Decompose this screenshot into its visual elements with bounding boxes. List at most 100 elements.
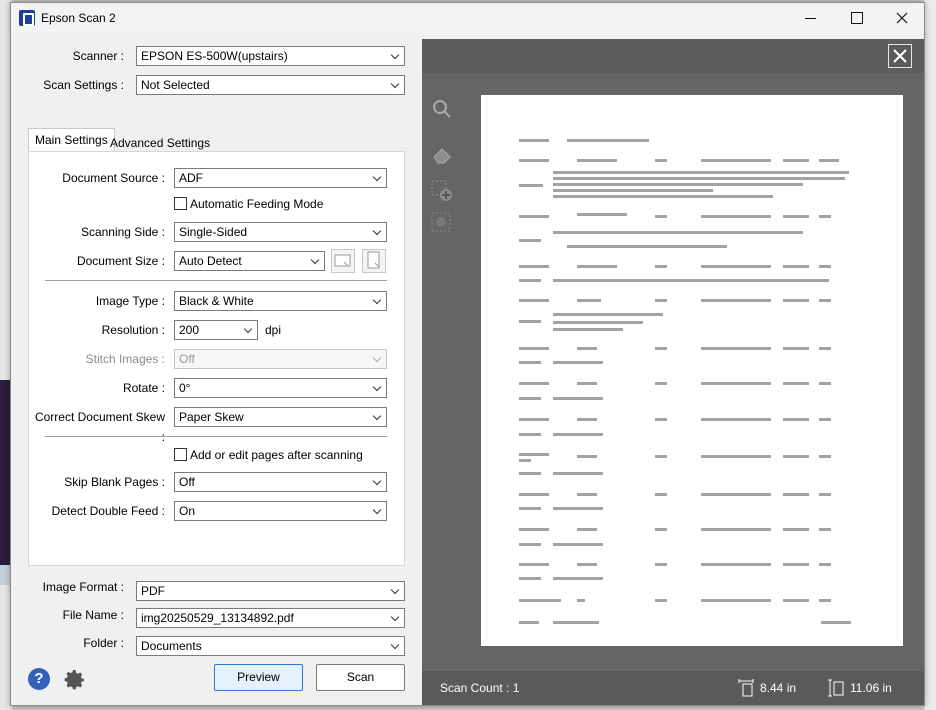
chevron-down-icon	[390, 50, 400, 60]
close-icon	[896, 12, 908, 24]
document-source-select[interactable]: ADF	[174, 168, 387, 188]
document-size-select[interactable]: Auto Detect	[174, 251, 325, 271]
zoom-icon[interactable]	[430, 97, 454, 121]
correct-skew-label: Correct Document Skew :	[34, 410, 165, 444]
chevron-down-icon	[372, 226, 382, 236]
image-type-label: Image Type :	[95, 294, 165, 308]
skip-blank-label: Skip Blank Pages :	[64, 475, 165, 489]
divider	[45, 436, 387, 437]
file-name-label: File Name :	[62, 608, 124, 622]
chevron-down-icon	[390, 585, 400, 595]
gear-icon[interactable]	[63, 667, 87, 691]
chevron-down-icon	[372, 295, 382, 305]
page-height-icon	[828, 679, 844, 697]
eraser-icon[interactable]	[430, 143, 454, 167]
file-name-value: img20250529_13134892.pdf	[141, 611, 294, 625]
double-feed-value: On	[179, 504, 196, 518]
title-bar: Epson Scan 2	[11, 3, 924, 33]
background-window-accent	[0, 565, 10, 585]
chevron-down-icon	[310, 255, 320, 265]
folder-select[interactable]: Documents	[136, 636, 405, 656]
minimize-button[interactable]	[787, 3, 833, 33]
resolution-value: 200	[179, 323, 200, 337]
scan-button[interactable]: Scan	[316, 664, 405, 691]
preview-button[interactable]: Preview	[214, 664, 303, 691]
skip-blank-select[interactable]: Off	[174, 472, 387, 492]
window-title: Epson Scan 2	[41, 11, 116, 25]
chevron-down-icon	[372, 505, 382, 515]
image-format-value: PDF	[141, 584, 165, 598]
automatic-feeding-label: Automatic Feeding Mode	[190, 197, 324, 211]
rotate-select[interactable]: 0°	[174, 378, 387, 398]
page-width-icon	[738, 679, 754, 697]
page-height: 11.06 in	[850, 681, 892, 695]
background-window-dark	[0, 380, 10, 565]
document-size-value: Auto Detect	[179, 254, 242, 268]
chevron-down-icon	[390, 612, 400, 622]
scan-settings-select[interactable]: Not Selected	[136, 75, 405, 95]
document-size-label: Document Size :	[76, 254, 165, 268]
stitch-images-label: Stitch Images :	[85, 352, 165, 366]
epson-app-icon	[19, 10, 35, 26]
correct-skew-select[interactable]: Paper Skew	[174, 407, 387, 427]
document-source-label: Document Source :	[62, 171, 165, 185]
stitch-images-select: Off	[174, 349, 387, 369]
skip-blank-value: Off	[179, 475, 195, 489]
chevron-down-icon	[390, 640, 400, 650]
rotate-value: 0°	[179, 381, 191, 395]
preview-status-bar: Scan Count : 1 8.44 in 11.06 in	[422, 671, 924, 705]
chevron-down-icon	[243, 324, 253, 334]
background-window-right	[924, 0, 936, 710]
scanner-label: Scanner :	[72, 49, 124, 63]
rotate-label: Rotate :	[122, 381, 165, 395]
file-name-select[interactable]: img20250529_13134892.pdf	[136, 608, 405, 628]
epson-scan-window: Epson Scan 2 Scanner : EPSON ES-500W(ups…	[10, 2, 925, 706]
scanned-page-thumbnail	[481, 95, 903, 646]
scanner-select[interactable]: EPSON ES-500W(upstairs)	[136, 46, 405, 66]
folder-label: Folder :	[83, 636, 124, 650]
chevron-down-icon	[372, 382, 382, 392]
portrait-orientation-icon[interactable]	[362, 249, 386, 273]
landscape-orientation-icon[interactable]	[331, 249, 355, 273]
main-settings-panel: Document Source : ADF Automatic Feeding …	[28, 151, 405, 566]
chevron-down-icon	[372, 476, 382, 486]
image-format-label: Image Format :	[42, 580, 124, 594]
divider	[45, 280, 387, 281]
add-edit-pages-label: Add or edit pages after scanning	[190, 448, 363, 462]
image-type-value: Black & White	[179, 294, 254, 308]
tab-main-settings[interactable]: Main Settings	[28, 128, 115, 153]
correct-skew-value: Paper Skew	[179, 410, 244, 424]
resolution-select[interactable]: 200	[174, 320, 258, 340]
maximize-button[interactable]	[833, 3, 879, 33]
close-preview-button[interactable]	[888, 44, 912, 68]
automatic-feeding-checkbox[interactable]	[174, 197, 187, 210]
scanning-side-select[interactable]: Single-Sided	[174, 222, 387, 242]
image-format-select[interactable]: PDF	[136, 581, 405, 601]
page-width: 8.44 in	[760, 681, 797, 695]
add-area-icon[interactable]	[430, 179, 454, 203]
chevron-down-icon	[372, 172, 382, 182]
resolution-label: Resolution :	[101, 323, 165, 337]
help-icon[interactable]: ?	[28, 668, 50, 690]
chevron-down-icon	[372, 353, 382, 363]
scan-settings-value: Not Selected	[141, 78, 210, 92]
folder-value: Documents	[141, 639, 202, 653]
scanning-side-label: Scanning Side :	[80, 225, 165, 239]
close-button[interactable]	[879, 3, 925, 33]
remove-area-icon[interactable]	[430, 211, 454, 235]
preview-pane: Scan Count : 1 8.44 in 11.06 in	[422, 39, 924, 705]
image-type-select[interactable]: Black & White	[174, 291, 387, 311]
chevron-down-icon	[390, 79, 400, 89]
stitch-images-value: Off	[179, 352, 195, 366]
double-feed-select[interactable]: On	[174, 501, 387, 521]
double-feed-label: Detect Double Feed :	[51, 504, 165, 518]
add-edit-pages-checkbox[interactable]	[174, 448, 187, 461]
document-source-value: ADF	[179, 171, 203, 185]
scan-settings-label: Scan Settings :	[43, 78, 124, 92]
close-icon	[893, 49, 907, 63]
chevron-down-icon	[372, 411, 382, 421]
scan-count: Scan Count : 1	[440, 681, 520, 695]
scanner-value: EPSON ES-500W(upstairs)	[141, 49, 288, 63]
preview-toolbar	[422, 39, 924, 73]
resolution-unit: dpi	[265, 323, 282, 337]
